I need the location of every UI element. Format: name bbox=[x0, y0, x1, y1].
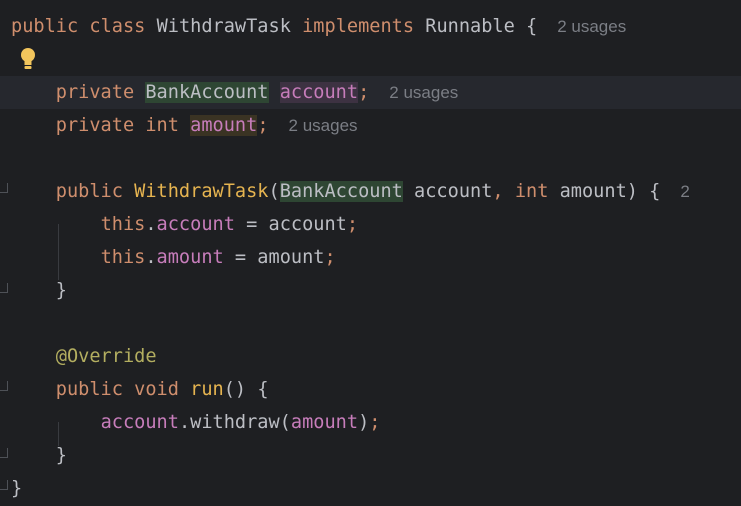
code-token: = amount bbox=[223, 247, 325, 268]
code-line[interactable]: this.amount = amount; bbox=[0, 241, 741, 274]
code-token: account bbox=[100, 412, 179, 433]
code-token: account bbox=[279, 82, 359, 103]
usages-hint[interactable]: 2 usages bbox=[557, 17, 626, 36]
code-token: public bbox=[11, 16, 79, 37]
code-token: amount bbox=[290, 412, 359, 433]
code-line[interactable]: } bbox=[0, 439, 741, 472]
code-token: int bbox=[514, 181, 549, 202]
usages-hint[interactable]: 2 usages bbox=[389, 83, 458, 102]
usages-hint[interactable]: 2 usages bbox=[289, 116, 358, 135]
code-token: ; bbox=[358, 82, 370, 103]
code-token: . bbox=[145, 214, 157, 235]
code-token: amount bbox=[156, 247, 224, 268]
code-token: private bbox=[55, 82, 135, 103]
fold-marker[interactable] bbox=[0, 183, 8, 193]
code-token: run bbox=[190, 379, 224, 400]
code-token: this bbox=[100, 214, 146, 235]
code-token: int bbox=[145, 115, 179, 136]
code-token: this bbox=[100, 247, 146, 268]
code-editor[interactable]: public class WithdrawTask implements Run… bbox=[0, 0, 741, 506]
code-token: ; bbox=[346, 214, 359, 235]
code-token: public bbox=[55, 181, 123, 202]
code-token: { bbox=[514, 16, 538, 37]
code-line[interactable]: account.withdraw(amount); bbox=[0, 406, 741, 439]
code-token: public bbox=[55, 379, 123, 400]
code-token: , bbox=[492, 181, 504, 202]
code-token: .withdraw( bbox=[178, 412, 291, 433]
code-line[interactable]: public class WithdrawTask implements Run… bbox=[0, 10, 741, 43]
code-token: . bbox=[145, 247, 157, 268]
code-token: } bbox=[11, 478, 23, 499]
code-token: = account bbox=[234, 214, 347, 235]
code-line[interactable]: } bbox=[0, 472, 741, 505]
code-line[interactable]: private int amount; 2 usages bbox=[0, 109, 741, 142]
code-token: BankAccount bbox=[145, 82, 269, 103]
code-token: account bbox=[156, 214, 235, 235]
fold-marker[interactable] bbox=[0, 448, 8, 458]
indent-guide bbox=[58, 422, 59, 446]
code-token: Runnable bbox=[425, 16, 515, 37]
code-token: ; bbox=[369, 412, 381, 433]
code-line[interactable]: this.account = account; bbox=[0, 208, 741, 241]
fold-marker[interactable] bbox=[0, 283, 8, 293]
fold-marker[interactable] bbox=[0, 480, 8, 490]
code-token: amount bbox=[190, 115, 258, 136]
code-token: ( bbox=[268, 181, 280, 202]
code-token: ) bbox=[358, 412, 370, 433]
code-token: class bbox=[89, 16, 146, 37]
code-line[interactable]: } bbox=[0, 274, 741, 307]
code-token: () { bbox=[223, 379, 269, 400]
code-line[interactable] bbox=[0, 307, 741, 340]
code-token: WithdrawTask bbox=[134, 181, 269, 202]
code-token: ; bbox=[324, 247, 336, 268]
code-line[interactable] bbox=[0, 142, 741, 175]
code-token: BankAccount bbox=[279, 181, 403, 202]
code-token: private bbox=[55, 115, 135, 136]
code-line[interactable]: public WithdrawTask(BankAccount account,… bbox=[0, 175, 741, 208]
code-token: implements bbox=[302, 16, 415, 37]
code-line[interactable]: public void run() { bbox=[0, 373, 741, 406]
code-token: WithdrawTask bbox=[156, 16, 291, 37]
code-line[interactable]: private BankAccount account; 2 usages bbox=[0, 76, 741, 109]
usages-hint[interactable]: 2 bbox=[680, 182, 689, 201]
code-token: } bbox=[55, 445, 67, 466]
code-token: } bbox=[55, 280, 67, 301]
code-token: @Override bbox=[55, 346, 157, 367]
code-line[interactable]: @Override bbox=[0, 340, 741, 373]
fold-marker[interactable] bbox=[0, 381, 8, 391]
code-token: ; bbox=[257, 115, 269, 136]
code-line[interactable] bbox=[0, 43, 741, 76]
code-token: void bbox=[134, 379, 179, 400]
code-token: account bbox=[402, 181, 493, 202]
indent-guide bbox=[58, 224, 59, 280]
code-token: amount) { bbox=[548, 181, 661, 202]
